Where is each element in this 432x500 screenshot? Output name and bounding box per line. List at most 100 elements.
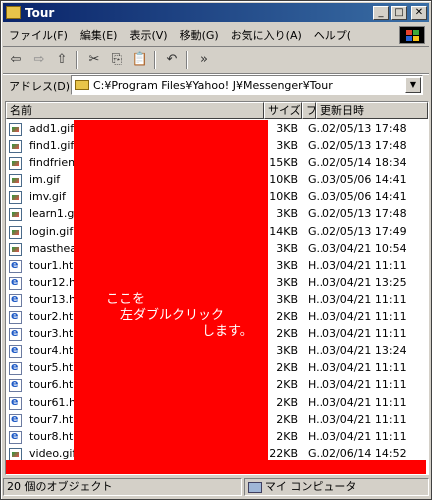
file-type: H.. (308, 395, 324, 409)
gif-file-icon (9, 123, 22, 136)
file-type: H.. (308, 310, 324, 324)
file-type: H.. (308, 361, 324, 375)
red-highlight-block (74, 120, 268, 460)
file-type: H.. (308, 275, 324, 289)
column-headers: 名前 サイズ フ 更新日時 (6, 102, 428, 119)
file-type: H.. (308, 327, 324, 341)
column-size[interactable]: サイズ (264, 102, 302, 119)
maximize-button[interactable]: □ (391, 5, 407, 20)
toolbar-separator (154, 51, 155, 69)
file-modified: 03/04/21 11:11 (322, 327, 407, 341)
file-modified: 02/06/14 14:52 (322, 446, 407, 460)
file-modified: 03/04/21 13:25 (322, 275, 407, 289)
windows-logo-icon (399, 26, 425, 44)
copy-icon[interactable]: ⎘ (107, 50, 127, 70)
file-modified: 03/04/21 11:11 (322, 412, 407, 426)
file-name: add1.gif (29, 122, 75, 135)
computer-icon (247, 481, 262, 493)
address-bar: アドレス(D) C:¥Program Files¥Yahoo! J¥Messen… (3, 74, 429, 98)
address-label: アドレス(D) (9, 80, 71, 93)
gif-file-icon (9, 447, 22, 461)
file-type: H.. (308, 412, 324, 426)
html-file-icon (9, 275, 22, 290)
file-list[interactable]: 名前 サイズ フ 更新日時 add1.gif 3KB G.. 02/05/13 17:… (5, 101, 429, 475)
file-modified: 03/04/21 11:11 (322, 361, 407, 375)
file-modified: 03/04/21 11:11 (322, 292, 407, 306)
file-modified: 03/04/21 11:11 (322, 395, 407, 409)
red-highlight-strip (6, 460, 426, 474)
file-modified: 02/05/13 17:48 (322, 207, 407, 221)
minimize-button[interactable]: _ (373, 5, 389, 20)
html-file-icon (9, 343, 22, 359)
column-type[interactable]: フ (302, 102, 316, 119)
html-file-icon (9, 429, 22, 444)
file-name: imv.gif (29, 190, 66, 204)
html-file-icon (9, 360, 22, 376)
file-modified: 02/05/13 17:49 (322, 224, 407, 238)
file-name: login.gif (29, 224, 74, 238)
menu-help[interactable]: ヘルプ( (308, 27, 357, 43)
file-modified: 02/05/13 17:48 (322, 139, 407, 153)
html-file-icon (9, 412, 22, 427)
address-path: C:¥Program Files¥Yahoo! J¥Messenger¥Tour (93, 78, 333, 92)
menu-go[interactable]: 移動(G) (174, 27, 225, 43)
file-modified: 03/05/06 14:41 (322, 173, 407, 187)
column-modified[interactable]: 更新日時 (316, 102, 428, 119)
explorer-window: Tour _ □ ✕ ファイル(F) 編集(E) 表示(V) 移動(G) お気に… (0, 0, 432, 500)
gif-file-icon (9, 157, 22, 171)
forward-icon[interactable]: ⇨ (29, 50, 49, 70)
gif-file-icon (9, 174, 22, 188)
file-type: H.. (308, 429, 324, 443)
status-bar: 20 個のオブジェクト マイ コンピュータ (3, 478, 429, 498)
back-icon[interactable]: ⇦ (6, 50, 26, 70)
gif-file-icon (9, 140, 22, 154)
file-type: H.. (308, 378, 324, 392)
undo-icon[interactable]: ↶ (162, 50, 182, 70)
annotation-line-1: ここを (106, 292, 146, 307)
gif-file-icon (9, 242, 22, 256)
file-modified: 03/04/21 11:11 (322, 258, 407, 272)
folder-icon (6, 6, 21, 19)
file-modified: 03/05/06 14:41 (322, 190, 407, 204)
file-modified: 03/04/21 11:11 (322, 429, 407, 443)
file-type: H.. (308, 344, 324, 358)
menu-view[interactable]: 表示(V) (123, 27, 173, 43)
gif-file-icon (9, 208, 22, 222)
toolbar-separator (76, 51, 77, 69)
toolbar: ⇦ ⇨ ⇧ ✂ ⎘ 📋 ↶ » (3, 47, 429, 74)
html-file-icon (9, 326, 22, 342)
toolbar-overflow-icon[interactable]: » (194, 50, 214, 70)
window-title: Tour (25, 5, 55, 20)
menu-file[interactable]: ファイル(F) (3, 27, 74, 43)
html-file-icon (9, 309, 22, 325)
close-button[interactable]: ✕ (411, 5, 427, 20)
html-file-icon (9, 395, 22, 410)
menu-edit[interactable]: 編集(E) (74, 27, 124, 43)
file-type: H.. (308, 258, 324, 272)
up-folder-icon[interactable]: ⇧ (52, 50, 72, 70)
title-bar[interactable]: Tour _ □ ✕ (3, 3, 429, 22)
menu-bar: ファイル(F) 編集(E) 表示(V) 移動(G) お気に入り(A) ヘルプ( (3, 24, 429, 47)
status-location: マイ コンピュータ (243, 478, 429, 496)
gif-file-icon (9, 191, 22, 205)
html-file-icon (9, 377, 22, 393)
html-file-icon (9, 258, 22, 273)
html-file-icon (9, 292, 22, 307)
annotation-line-3: します。 (202, 324, 253, 339)
file-modified: 03/04/21 13:24 (322, 344, 407, 358)
cut-icon[interactable]: ✂ (84, 50, 104, 70)
column-name[interactable]: 名前 (6, 102, 264, 119)
dropdown-arrow-icon[interactable]: ▼ (405, 77, 421, 93)
paste-icon[interactable]: 📋 (130, 50, 150, 70)
address-field[interactable]: C:¥Program Files¥Yahoo! J¥Messenger¥Tour… (71, 75, 423, 95)
file-modified: 03/04/21 10:54 (322, 241, 407, 255)
file-name: im.gif (29, 173, 61, 187)
annotation-line-2: 左ダブルクリック (120, 308, 225, 323)
menu-favorites[interactable]: お気に入り(A) (225, 27, 308, 43)
status-location-label: マイ コンピュータ (264, 480, 357, 493)
gif-file-icon (9, 225, 22, 239)
file-modified: 02/05/14 18:34 (322, 156, 407, 170)
file-name: video.gif (29, 446, 77, 460)
file-modified: 02/05/13 17:48 (322, 122, 407, 135)
file-type: H.. (308, 292, 324, 306)
